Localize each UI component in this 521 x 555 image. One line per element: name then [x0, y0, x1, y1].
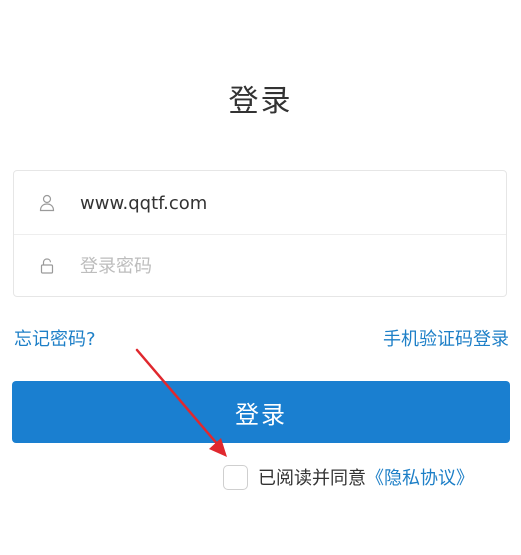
password-input[interactable] — [80, 248, 490, 284]
lock-icon — [40, 258, 54, 274]
page-title: 登录 — [228, 84, 293, 119]
username-row — [14, 171, 506, 234]
login-form — [13, 170, 507, 297]
sms-login-link[interactable]: 手机验证码登录 — [383, 326, 509, 354]
login-button[interactable]: 登录 — [12, 381, 510, 443]
username-input[interactable] — [80, 185, 490, 221]
agree-text: 已阅读并同意 — [258, 468, 366, 489]
agree-checkbox[interactable] — [223, 464, 248, 490]
privacy-policy-link[interactable]: 《隐私协议》 — [366, 464, 474, 490]
user-icon — [39, 194, 55, 212]
password-row — [14, 234, 506, 297]
privacy-agreement: 已阅读并同意 《隐私协议》 — [223, 463, 474, 491]
forgot-password-link[interactable]: 忘记密码? — [14, 326, 96, 354]
